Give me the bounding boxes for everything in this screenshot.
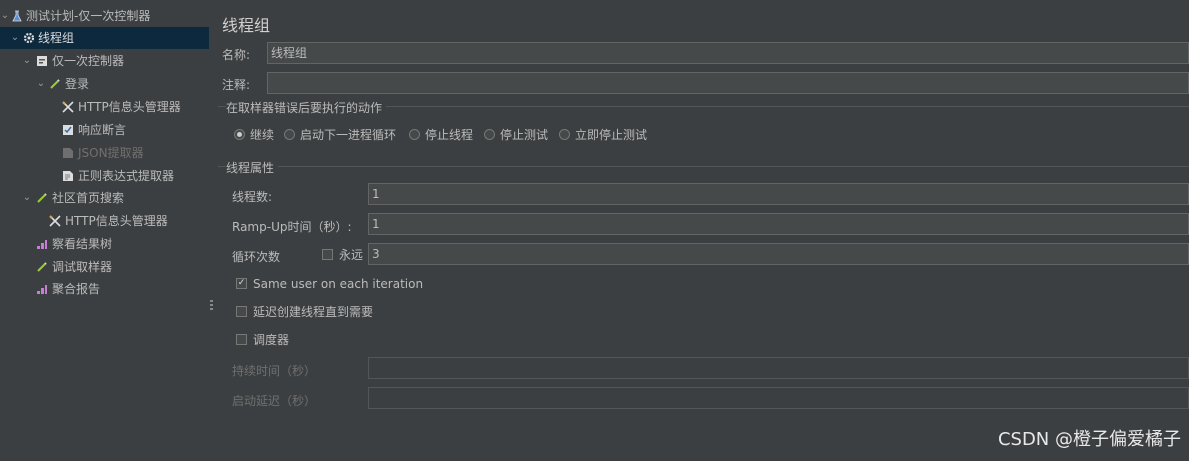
radio-stop-test[interactable]: 停止测试 <box>484 128 548 142</box>
loop-count-label: 循环次数 <box>232 250 281 264</box>
radio-stop-test-now[interactable]: 立即停止测试 <box>559 128 647 142</box>
checkmark-icon: ✓ <box>236 278 247 289</box>
tree-item-aggregate-report[interactable]: 聚合报告 <box>0 278 209 300</box>
threads-field[interactable]: 1 <box>368 183 1189 205</box>
checkbox-icon <box>322 249 333 260</box>
startup-delay-field[interactable] <box>368 387 1189 409</box>
thread-group-panel: 线程组 名称: 线程组 注释: 在取样器错误后要执行的动作 继续 启动下一进程循… <box>214 0 1189 461</box>
flask-icon <box>12 10 22 22</box>
listener-chart-icon <box>37 240 47 249</box>
threads-label: 线程数: <box>232 190 273 204</box>
rampup-field[interactable]: 1 <box>368 213 1189 235</box>
chevron-down-icon[interactable]: ⌄ <box>36 73 46 95</box>
tree-item-label: JSON提取器 <box>78 146 144 160</box>
radio-icon <box>284 129 295 140</box>
tree-item-label: 调试取样器 <box>52 260 113 274</box>
sampler-pen-icon <box>37 262 47 272</box>
tree-item-http-header-manager[interactable]: HTTP信息头管理器 <box>0 210 209 232</box>
gear-icon <box>23 32 35 44</box>
checkbox-icon <box>236 334 247 345</box>
tree-item-label: 登录 <box>65 77 90 91</box>
tree-item-label: HTTP信息头管理器 <box>78 100 181 114</box>
panel-title: 线程组 <box>222 16 271 35</box>
radio-continue[interactable]: 继续 <box>234 128 274 142</box>
tree-item-test-plan[interactable]: ⌄ 测试计划-仅一次控制器 <box>0 5 209 27</box>
startup-delay-label: 启动延迟（秒） <box>232 394 317 408</box>
assertion-icon <box>63 125 73 135</box>
tree-item-label: 聚合报告 <box>52 282 101 296</box>
controller-icon <box>37 56 47 66</box>
tree-item-debug-sampler[interactable]: 调试取样器 <box>0 256 209 278</box>
thread-properties-group-title: 线程属性 <box>226 159 279 176</box>
extractor-icon <box>63 148 73 158</box>
loop-count-field[interactable]: 3 <box>368 243 1189 265</box>
tree-item-label: 正则表达式提取器 <box>78 169 175 183</box>
comment-field[interactable] <box>267 72 1189 94</box>
delay-thread-creation-checkbox[interactable]: 延迟创建线程直到需要 <box>236 305 373 319</box>
radio-icon <box>409 129 420 140</box>
error-action-group-title: 在取样器错误后要执行的动作 <box>226 99 387 116</box>
tree-item-login[interactable]: ⌄ 登录 <box>0 73 209 95</box>
tree-item-label: 仅一次控制器 <box>52 54 125 68</box>
tree-item-response-assertion[interactable]: 响应断言 <box>0 119 209 141</box>
test-plan-tree: ⌄ 测试计划-仅一次控制器 ⌄ 线程组 ⌄ 仅一次控制器 ⌄ 登录 HTTP信息… <box>0 0 210 461</box>
tree-item-community-search[interactable]: ⌄ 社区首页搜索 <box>0 187 209 209</box>
sampler-pen-icon <box>50 79 60 89</box>
tree-item-json-extractor[interactable]: JSON提取器 <box>0 142 209 164</box>
regex-extractor-icon <box>63 171 73 181</box>
radio-icon <box>484 129 495 140</box>
forever-checkbox[interactable]: 永远 <box>322 248 363 262</box>
tree-item-once-only-controller[interactable]: ⌄ 仅一次控制器 <box>0 50 209 72</box>
chevron-down-icon[interactable]: ⌄ <box>22 50 32 72</box>
name-field[interactable]: 线程组 <box>267 42 1189 64</box>
tree-item-http-header-manager[interactable]: HTTP信息头管理器 <box>0 96 209 118</box>
tree-item-label: HTTP信息头管理器 <box>65 214 168 228</box>
name-label: 名称: <box>222 48 251 62</box>
chevron-down-icon[interactable]: ⌄ <box>22 187 32 209</box>
same-user-checkbox[interactable]: ✓ Same user on each iteration <box>236 277 423 291</box>
tree-item-label: 线程组 <box>38 31 75 45</box>
radio-selected-icon <box>234 129 245 140</box>
divider <box>218 166 1189 167</box>
rampup-label: Ramp-Up时间（秒）: <box>232 220 352 234</box>
tree-item-label: 测试计划-仅一次控制器 <box>26 9 151 23</box>
radio-stop-thread[interactable]: 停止线程 <box>409 128 473 142</box>
comment-label: 注释: <box>222 78 251 92</box>
scheduler-checkbox[interactable]: 调度器 <box>236 333 289 347</box>
tree-item-label: 察看结果树 <box>52 237 113 251</box>
tree-item-regex-extractor[interactable]: 正则表达式提取器 <box>0 165 209 187</box>
tree-item-label: 响应断言 <box>78 123 127 137</box>
duration-label: 持续时间（秒） <box>232 364 317 378</box>
duration-field[interactable] <box>368 357 1189 379</box>
wrench-icon <box>49 215 61 227</box>
tree-item-thread-group[interactable]: ⌄ 线程组 <box>0 27 209 49</box>
wrench-icon <box>62 101 74 113</box>
sampler-pen-icon <box>37 193 47 203</box>
checkbox-icon <box>236 306 247 317</box>
chevron-down-icon[interactable]: ⌄ <box>0 5 10 27</box>
tree-item-view-results-tree[interactable]: 察看结果树 <box>0 233 209 255</box>
drag-grip-icon <box>210 300 213 312</box>
chevron-down-icon[interactable]: ⌄ <box>10 27 20 49</box>
listener-chart-icon <box>37 285 47 294</box>
radio-icon <box>559 129 570 140</box>
radio-start-next-loop[interactable]: 启动下一进程循环 <box>284 128 396 142</box>
tree-item-label: 社区首页搜索 <box>52 191 125 205</box>
watermark: CSDN @橙子偏爱橘子 <box>997 429 1181 450</box>
